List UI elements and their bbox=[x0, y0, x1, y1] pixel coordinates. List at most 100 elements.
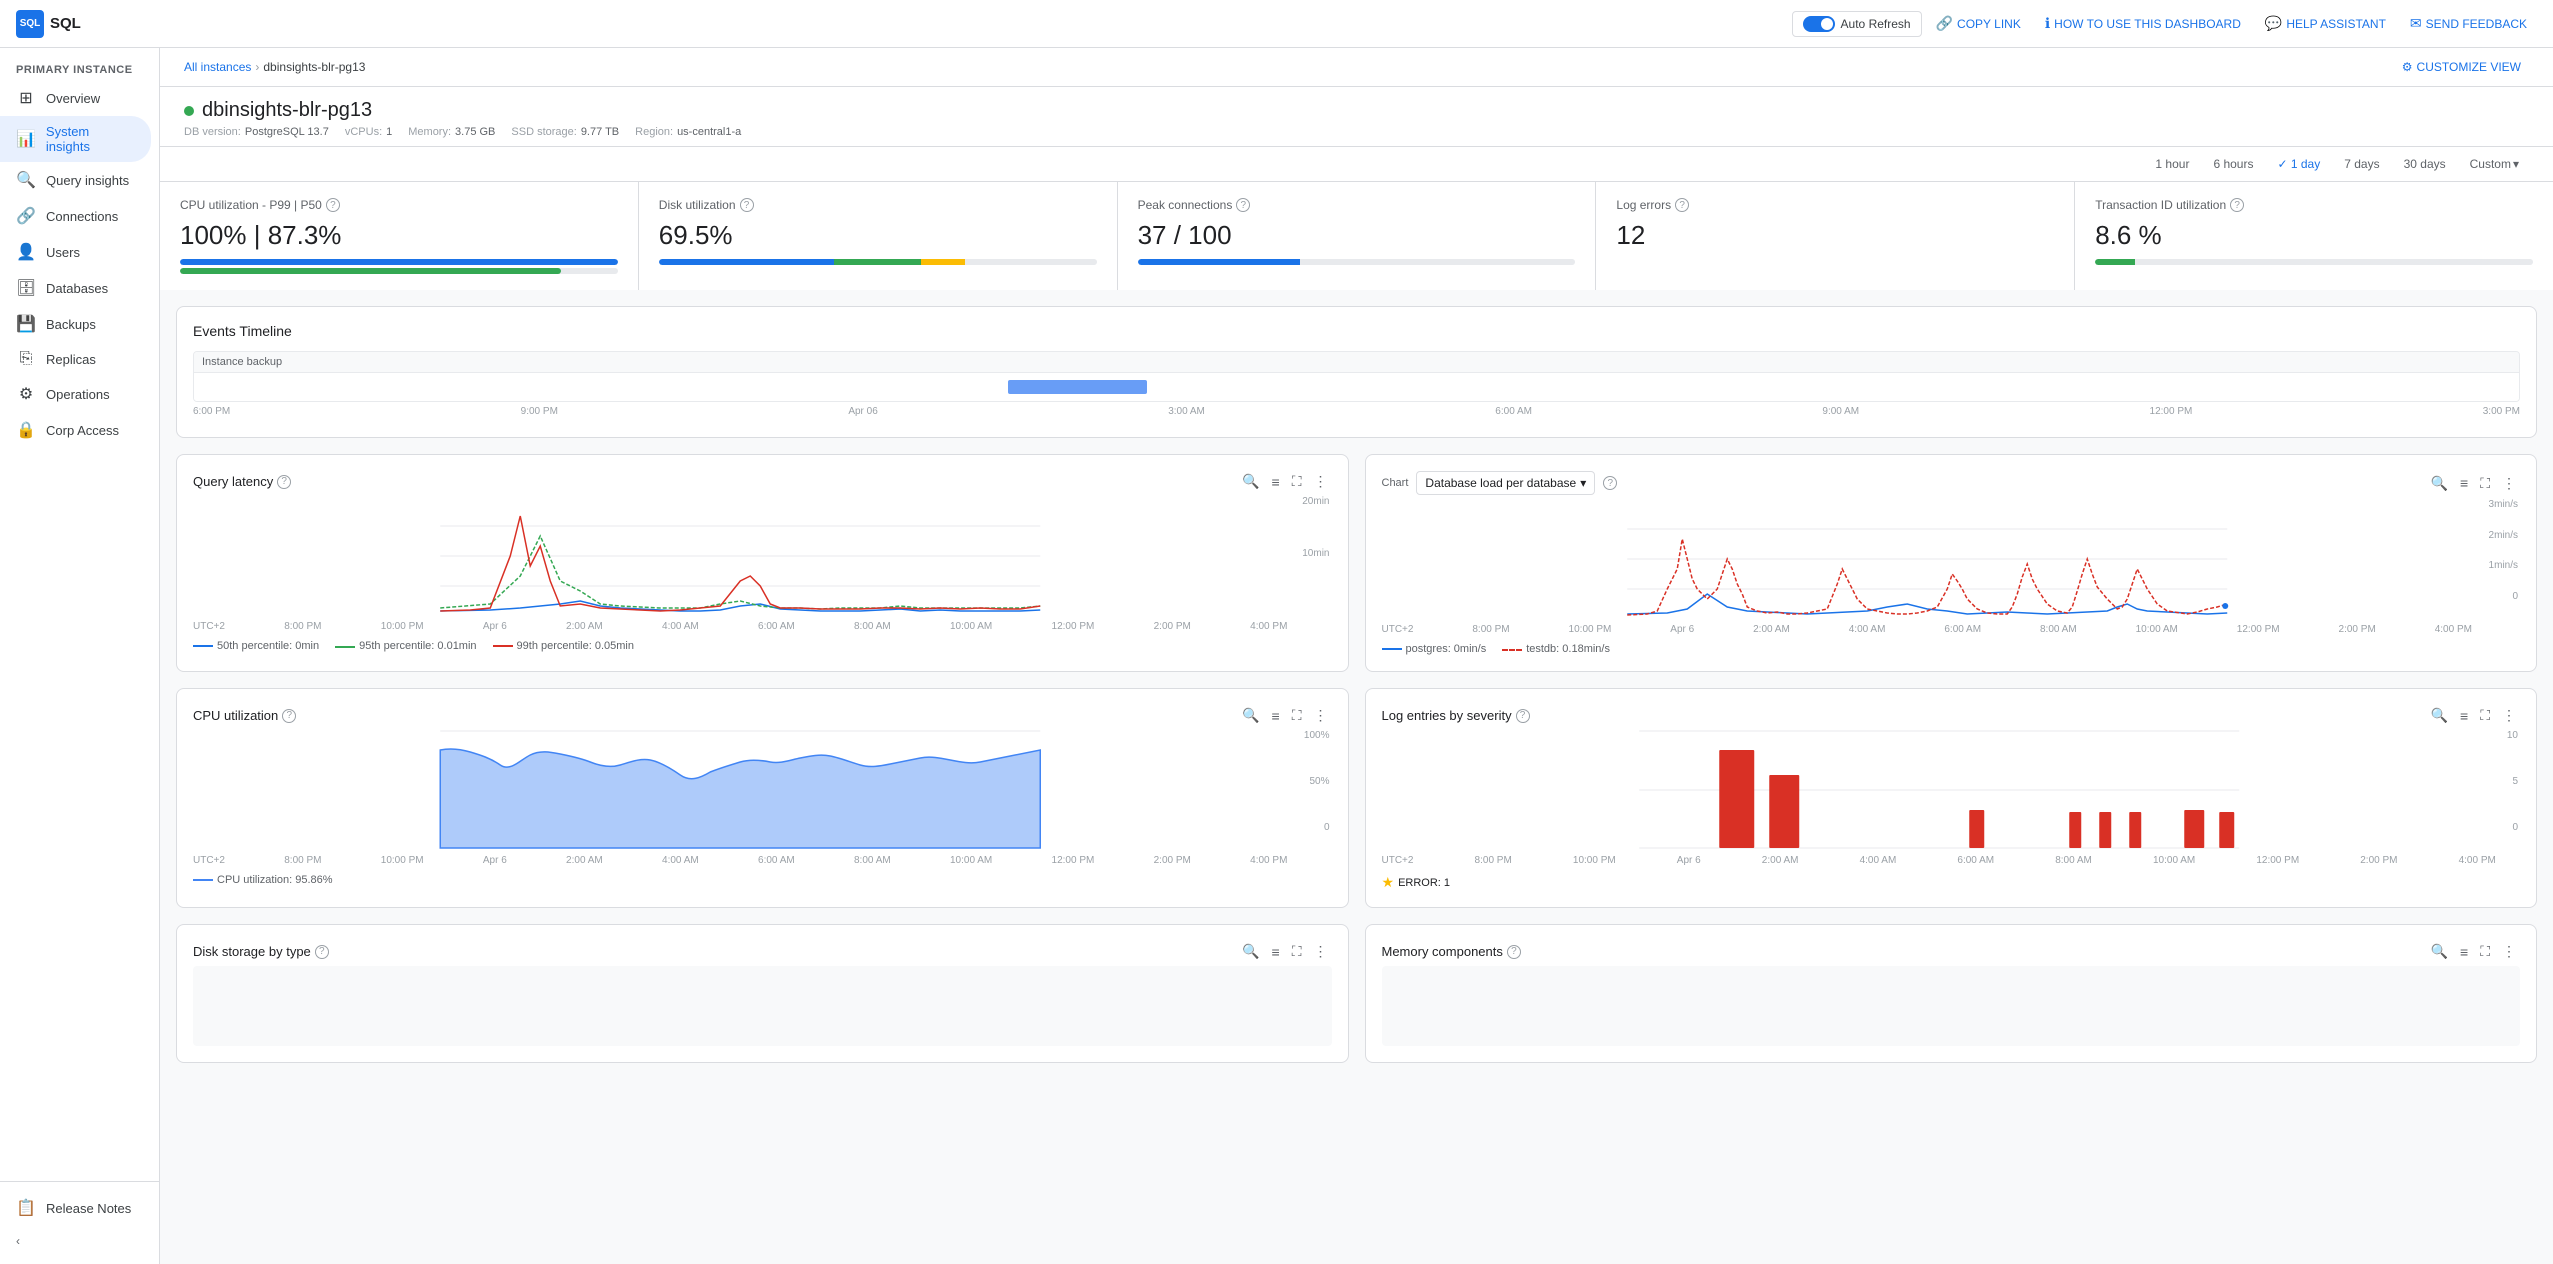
disk-storage-expand-button[interactable]: ⛶ bbox=[1288, 941, 1306, 962]
query-latency-svg bbox=[193, 496, 1288, 616]
legend-postgres-line bbox=[1382, 648, 1402, 650]
sidebar-item-backups[interactable]: 💾 Backups bbox=[0, 306, 151, 342]
sidebar-item-operations[interactable]: ⚙ Operations bbox=[0, 376, 151, 412]
sidebar-collapse-button[interactable]: ‹ bbox=[0, 1226, 159, 1256]
how-to-use-button[interactable]: ℹ HOW TO USE THIS DASHBOARD bbox=[2035, 9, 2251, 38]
disk-storage-zoom-button[interactable]: 🔍 bbox=[1238, 941, 1263, 962]
db-load-help-icon[interactable]: ? bbox=[1603, 476, 1617, 490]
log-errors-help-icon[interactable]: ? bbox=[1675, 198, 1689, 212]
db-load-more-button[interactable]: ⋮ bbox=[2498, 473, 2520, 494]
query-latency-zoom-button[interactable]: 🔍 bbox=[1238, 471, 1263, 492]
metric-transaction-title: Transaction ID utilization ? bbox=[2095, 198, 2533, 212]
db-load-filter-button[interactable]: ≡ bbox=[2456, 473, 2472, 494]
sidebar-item-label: Operations bbox=[46, 387, 110, 402]
log-zoom-button[interactable]: 🔍 bbox=[2427, 705, 2452, 726]
link-icon: 🔗 bbox=[1936, 15, 1953, 32]
cpu-expand-button[interactable]: ⛶ bbox=[1288, 705, 1306, 726]
cpu-zoom-button[interactable]: 🔍 bbox=[1238, 705, 1263, 726]
log-more-button[interactable]: ⋮ bbox=[2498, 705, 2520, 726]
memory-components-help-icon[interactable]: ? bbox=[1507, 945, 1521, 959]
log-severity-header: Log entries by severity ? 🔍 ≡ ⛶ ⋮ bbox=[1382, 705, 2521, 726]
query-latency-more-button[interactable]: ⋮ bbox=[1310, 471, 1332, 492]
cpu-help-icon[interactable]: ? bbox=[326, 198, 340, 212]
db-version-value: PostgreSQL 13.7 bbox=[245, 126, 329, 138]
auto-refresh-button[interactable]: Auto Refresh bbox=[1792, 11, 1922, 37]
sidebar-item-overview[interactable]: ⊞ Overview bbox=[0, 80, 151, 116]
sidebar-bottom: 📋 Release Notes ‹ bbox=[0, 1181, 159, 1264]
legend-testdb: testdb: 0.18min/s bbox=[1502, 643, 1610, 655]
transaction-help-icon[interactable]: ? bbox=[2230, 198, 2244, 212]
time-7days-button[interactable]: 7 days bbox=[2334, 153, 2389, 175]
memory-components-filter-button[interactable]: ≡ bbox=[2456, 941, 2472, 962]
timeline-event-label: Instance backup bbox=[194, 352, 2519, 373]
memory-components-more-button[interactable]: ⋮ bbox=[2498, 941, 2520, 962]
query-insights-icon: 🔍 bbox=[16, 170, 36, 190]
sidebar-item-users[interactable]: 👤 Users bbox=[0, 234, 151, 270]
cpu-utilization-help-icon[interactable]: ? bbox=[282, 709, 296, 723]
db-load-dropdown[interactable]: Database load per database ▾ bbox=[1416, 471, 1595, 495]
sidebar-item-label: Query insights bbox=[46, 173, 129, 188]
connections-bar bbox=[1138, 259, 1576, 265]
time-30days-button[interactable]: 30 days bbox=[2394, 153, 2456, 175]
charts-grid: Query latency ? 🔍 ≡ ⛶ ⋮ 20min 10min bbox=[176, 454, 2537, 908]
query-latency-expand-button[interactable]: ⛶ bbox=[1288, 471, 1306, 492]
memory-components-zoom-button[interactable]: 🔍 bbox=[2427, 941, 2452, 962]
cpu-filter-button[interactable]: ≡ bbox=[1268, 705, 1284, 726]
sidebar-item-label: Overview bbox=[46, 91, 100, 106]
legend-postgres: postgres: 0min/s bbox=[1382, 643, 1487, 655]
sidebar-item-release-notes[interactable]: 📋 Release Notes bbox=[0, 1190, 151, 1226]
log-severity-help-icon[interactable]: ? bbox=[1516, 709, 1530, 723]
sidebar-item-system-insights[interactable]: 📊 System insights bbox=[0, 116, 151, 162]
send-feedback-button[interactable]: ✉ SEND FEEDBACK bbox=[2400, 9, 2537, 38]
sidebar-item-label: Users bbox=[46, 245, 80, 260]
time-1day-button[interactable]: 1 day bbox=[2267, 153, 2330, 175]
sidebar-item-connections[interactable]: 🔗 Connections bbox=[0, 198, 151, 234]
query-latency-help-icon[interactable]: ? bbox=[277, 475, 291, 489]
db-load-expand-button[interactable]: ⛶ bbox=[2476, 473, 2494, 494]
disk-storage-help-icon[interactable]: ? bbox=[315, 945, 329, 959]
disk-help-icon[interactable]: ? bbox=[740, 198, 754, 212]
connections-help-icon[interactable]: ? bbox=[1236, 198, 1250, 212]
breadcrumb: All instances › dbinsights-blr-pg13 bbox=[184, 60, 365, 74]
sidebar-item-databases[interactable]: 🗄 Databases bbox=[0, 270, 151, 306]
help-assistant-button[interactable]: 💬 HELP ASSISTANT bbox=[2255, 9, 2396, 38]
metric-transaction-value: 8.6 % bbox=[2095, 220, 2533, 251]
legend-cpu-utilization: CPU utilization: 95.86% bbox=[193, 874, 333, 886]
app-name: SQL bbox=[50, 15, 81, 32]
connections-icon: 🔗 bbox=[16, 206, 36, 226]
time-custom-button[interactable]: Custom ▾ bbox=[2460, 153, 2529, 175]
db-load-zoom-button[interactable]: 🔍 bbox=[2427, 473, 2452, 494]
memory-components-header: Memory components ? 🔍 ≡ ⛶ ⋮ bbox=[1382, 941, 2521, 962]
memory-components-expand-button[interactable]: ⛶ bbox=[2476, 941, 2494, 962]
log-expand-button[interactable]: ⛶ bbox=[2476, 705, 2494, 726]
disk-storage-filter-button[interactable]: ≡ bbox=[1268, 941, 1284, 962]
sidebar-item-query-insights[interactable]: 🔍 Query insights bbox=[0, 162, 151, 198]
memory-components-chart: Memory components ? 🔍 ≡ ⛶ ⋮ bbox=[1365, 924, 2538, 1063]
memory-value: 3.75 GB bbox=[455, 126, 495, 138]
memory-components-chart-placeholder bbox=[1382, 966, 2521, 1046]
cpu-utilization-chart-area: 100% 50% 0 bbox=[193, 730, 1332, 853]
release-notes-label: Release Notes bbox=[46, 1201, 131, 1216]
copy-link-button[interactable]: 🔗 COPY LINK bbox=[1926, 9, 2031, 38]
breadcrumb-separator: › bbox=[255, 60, 259, 74]
system-insights-icon: 📊 bbox=[16, 129, 36, 149]
topbar: SQL SQL Auto Refresh 🔗 COPY LINK ℹ HOW T… bbox=[0, 0, 2553, 48]
info-icon: ℹ bbox=[2045, 15, 2050, 32]
breadcrumb-all-instances[interactable]: All instances bbox=[184, 60, 251, 74]
disk-storage-more-button[interactable]: ⋮ bbox=[1310, 941, 1332, 962]
metric-connections-value: 37 / 100 bbox=[1138, 220, 1576, 251]
meta-db-version: DB version: PostgreSQL 13.7 bbox=[184, 126, 329, 138]
cpu-more-button[interactable]: ⋮ bbox=[1310, 705, 1332, 726]
sidebar-item-label: Corp Access bbox=[46, 423, 119, 438]
metric-connections-title: Peak connections ? bbox=[1138, 198, 1576, 212]
log-filter-button[interactable]: ≡ bbox=[2456, 705, 2472, 726]
query-latency-filter-button[interactable]: ≡ bbox=[1268, 471, 1284, 492]
time-6hours-button[interactable]: 6 hours bbox=[2203, 153, 2263, 175]
metric-card-transaction-id: Transaction ID utilization ? 8.6 % bbox=[2075, 182, 2553, 290]
sidebar-item-corp-access[interactable]: 🔒 Corp Access bbox=[0, 412, 151, 448]
auto-refresh-label: Auto Refresh bbox=[1841, 17, 1911, 31]
memory-components-title: Memory components ? bbox=[1382, 944, 1521, 959]
sidebar-item-replicas[interactable]: ⎘ Replicas bbox=[0, 342, 151, 376]
time-1hour-button[interactable]: 1 hour bbox=[2145, 153, 2199, 175]
customize-view-button[interactable]: ⚙ CUSTOMIZE VIEW bbox=[2394, 56, 2529, 78]
